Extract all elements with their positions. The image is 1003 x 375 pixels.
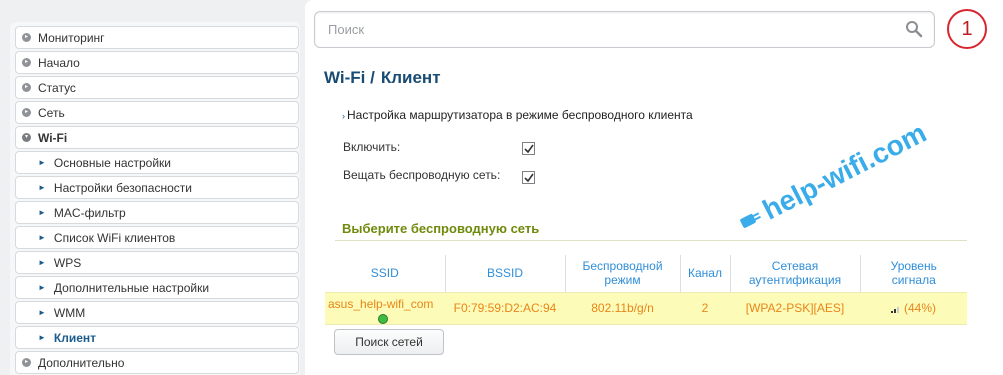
chevron-right-icon: ▸ bbox=[22, 358, 31, 367]
cell-mode: 802.11b/g/n bbox=[565, 291, 680, 325]
sidebar-item-monitoring[interactable]: ▸ Мониторинг bbox=[15, 26, 299, 49]
checkmark-icon bbox=[523, 144, 534, 153]
sidebar-subitem-wmm[interactable]: ► WMM bbox=[15, 301, 299, 324]
sidebar: ▸ Мониторинг ▸ Начало ▸ Статус ▸ Сеть ▾ Wi-Fi… bbox=[10, 22, 300, 375]
sidebar-subitem-wifi-clients[interactable]: ► Список WiFi клиентов bbox=[15, 226, 299, 249]
sidebar-item-start[interactable]: ▸ Начало bbox=[15, 51, 299, 74]
header-line: сигнала bbox=[891, 273, 936, 288]
column-header-ssid: SSID bbox=[325, 255, 446, 292]
chevron-right-icon: ▸ bbox=[22, 33, 31, 42]
search-box bbox=[314, 11, 935, 48]
chevron-right-icon: ▸ bbox=[22, 83, 31, 92]
header-line: Беспроводной bbox=[582, 259, 663, 274]
scan-networks-button[interactable]: Поиск сетей bbox=[334, 329, 444, 355]
cell-channel: 2 bbox=[680, 291, 730, 325]
header-line: аутентификация bbox=[748, 273, 842, 288]
header-line: Сетевая bbox=[771, 259, 819, 274]
arrow-right-icon: ► bbox=[38, 183, 46, 192]
sidebar-subitem-security-settings[interactable]: ► Настройки безопасности bbox=[15, 176, 299, 199]
arrow-right-icon: › bbox=[342, 111, 345, 121]
networks-section-title: Выберите беспроводную сеть bbox=[335, 221, 967, 241]
networks-table: SSID BSSID Беспроводной режим Канал Сетев… bbox=[325, 255, 967, 325]
arrow-right-icon: ► bbox=[38, 308, 46, 317]
search-icon[interactable] bbox=[905, 20, 923, 38]
signal-value: (44%) bbox=[903, 301, 936, 315]
sidebar-subitem-label: Список WiFi клиентов bbox=[53, 230, 176, 245]
step-number-badge: 1 bbox=[947, 9, 987, 49]
sidebar-item-wifi[interactable]: ▾ Wi-Fi bbox=[15, 126, 299, 149]
sidebar-item-advanced[interactable]: ▸ Дополнительно bbox=[15, 351, 299, 374]
cell-auth: [WPA2-PSK][AES] bbox=[730, 291, 860, 325]
sidebar-item-status[interactable]: ▸ Статус bbox=[15, 76, 299, 99]
arrow-right-icon: ► bbox=[38, 208, 46, 217]
chevron-right-icon: ▸ bbox=[22, 108, 31, 117]
broadcast-label: Вещать беспроводную сеть: bbox=[343, 168, 501, 182]
cell-signal: (44%) bbox=[860, 291, 967, 325]
cell-ssid: asus_help-wifi_com bbox=[325, 291, 445, 325]
sidebar-subitem-wps[interactable]: ► WPS bbox=[15, 251, 299, 274]
sidebar-subitem-label: Основные настройки bbox=[53, 155, 171, 170]
sidebar-subitem-basic-settings[interactable]: ► Основные настройки bbox=[15, 151, 299, 174]
broadcast-checkbox[interactable] bbox=[522, 171, 535, 184]
enable-checkbox[interactable] bbox=[522, 142, 535, 155]
page-title: Wi-Fi / Клиент bbox=[324, 68, 447, 88]
sidebar-subitem-label: Клиент bbox=[53, 330, 97, 345]
sidebar-subitem-label: Настройки безопасности bbox=[53, 180, 192, 195]
sidebar-subitem-client[interactable]: ► Клиент bbox=[15, 326, 299, 349]
column-header-mode: Беспроводной режим bbox=[565, 255, 681, 292]
column-header-auth: Сетевая аутентификация bbox=[730, 255, 861, 292]
page-description: › Настройка маршрутизатора в режиме беспр… bbox=[342, 108, 693, 122]
breadcrumb-page: Клиент bbox=[380, 68, 441, 87]
sidebar-subitem-label: WMM bbox=[53, 305, 86, 320]
arrow-right-icon: ► bbox=[38, 158, 46, 167]
column-header-channel: Канал bbox=[680, 255, 731, 292]
sidebar-item-label: Дополнительно bbox=[38, 355, 125, 370]
enable-label: Включить: bbox=[343, 140, 401, 154]
checkmark-icon bbox=[523, 173, 534, 182]
sidebar-subitem-label: WPS bbox=[53, 255, 82, 270]
sidebar-item-label: Начало bbox=[38, 55, 80, 70]
header-line: режим bbox=[604, 273, 641, 288]
chevron-down-icon: ▾ bbox=[22, 133, 31, 142]
search-input[interactable] bbox=[315, 12, 875, 47]
sidebar-subitem-advanced-settings[interactable]: ► Дополнительные настройки bbox=[15, 276, 299, 299]
description-text: Настройка маршрутизатора в режиме беспро… bbox=[347, 108, 693, 122]
sidebar-item-network[interactable]: ▸ Сеть bbox=[15, 101, 299, 124]
arrow-right-icon: ► bbox=[38, 333, 46, 342]
sidebar-item-label: Статус bbox=[38, 80, 76, 95]
cell-bssid: F0:79:59:D2:AC:94 bbox=[445, 291, 565, 325]
column-header-signal: Уровень сигнала bbox=[860, 255, 967, 292]
arrow-right-icon: ► bbox=[38, 233, 46, 242]
column-header-bssid: BSSID bbox=[445, 255, 566, 292]
chevron-right-icon: ▸ bbox=[22, 58, 31, 67]
sidebar-item-label: Wi-Fi bbox=[38, 130, 68, 145]
sidebar-item-label: Мониторинг bbox=[38, 30, 105, 45]
table-row[interactable]: asus_help-wifi_com F0:79:59:D2:AC:94 802… bbox=[325, 291, 967, 325]
ssid-text: asus_help-wifi_com bbox=[328, 296, 434, 311]
header-line: Уровень bbox=[890, 259, 937, 274]
connected-status-icon bbox=[378, 313, 388, 324]
main-panel: 1 Wi-Fi / Клиент ›Настройка маршрутизатор… bbox=[305, 0, 1003, 375]
arrow-right-icon: ► bbox=[38, 283, 46, 292]
sidebar-subitem-label: MAC-фильтр bbox=[53, 205, 126, 220]
sidebar-subitem-label: Дополнительные настройки bbox=[53, 280, 210, 295]
breadcrumb-section: Wi-Fi / bbox=[324, 68, 375, 87]
signal-strength-icon bbox=[890, 306, 899, 313]
sidebar-subitem-mac-filter[interactable]: ► MAC-фильтр bbox=[15, 201, 299, 224]
arrow-right-icon: ► bbox=[38, 258, 46, 267]
sidebar-item-label: Сеть bbox=[38, 105, 65, 120]
